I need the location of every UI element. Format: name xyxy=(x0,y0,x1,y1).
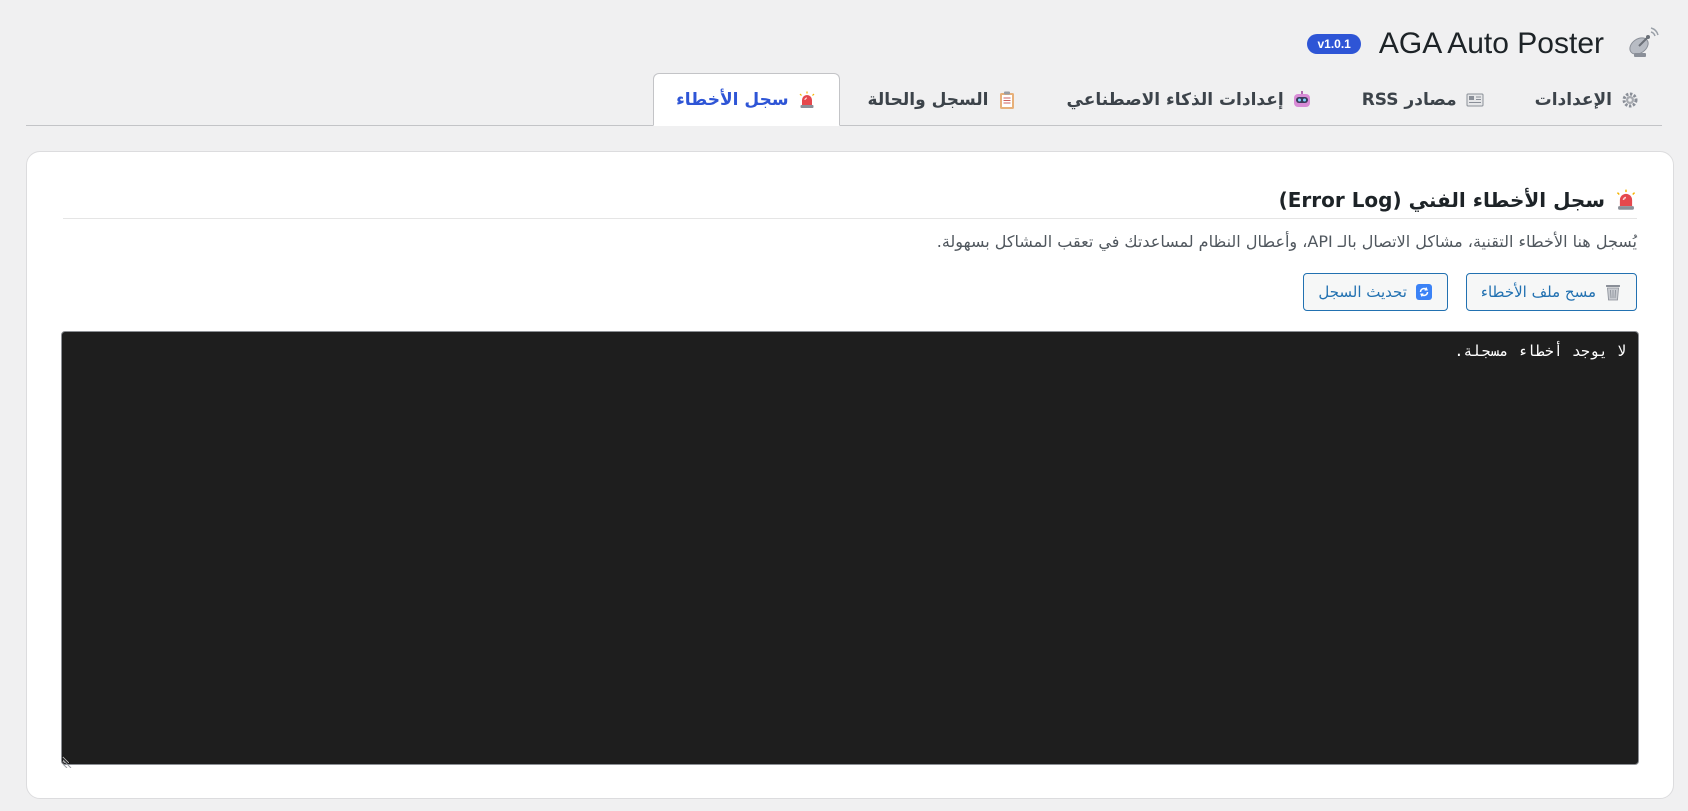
tab-ai-settings-label: إعدادات الذكاء الاصطناعي xyxy=(1066,90,1284,110)
siren-icon xyxy=(797,90,817,110)
tab-log-status[interactable]: السجل والحالة xyxy=(846,75,1039,125)
wastebasket-icon xyxy=(1604,283,1622,301)
page-header: AGA Auto Poster v1.0.1 xyxy=(1307,18,1662,70)
log-wrapper: لا يوجد أخطاء مسجلة. xyxy=(61,331,1639,769)
tab-rss-sources[interactable]: مصادر RSS xyxy=(1340,75,1507,125)
newspaper-icon xyxy=(1465,90,1485,110)
refresh-icon xyxy=(1415,283,1433,301)
card-description: يُسجل هنا الأخطاء التقنية، مشاكل الاتصال… xyxy=(936,232,1637,251)
tab-error-log[interactable]: سجل الأخطاء xyxy=(653,73,840,126)
robot-icon xyxy=(1292,90,1312,110)
siren-icon xyxy=(1615,189,1637,211)
error-log-textarea[interactable]: لا يوجد أخطاء مسجلة. xyxy=(61,331,1639,765)
app-title: AGA Auto Poster xyxy=(1378,27,1604,60)
tab-log-status-label: السجل والحالة xyxy=(867,90,989,110)
card-title: سجل الأخطاء الفني (Error Log) xyxy=(63,182,1637,219)
error-log-card: سجل الأخطاء الفني (Error Log) يُسجل هنا … xyxy=(26,151,1674,799)
card-title-text: سجل الأخطاء الفني (Error Log) xyxy=(1278,188,1605,212)
version-badge: v1.0.1 xyxy=(1307,34,1361,54)
refresh-log-button[interactable]: تحديث السجل xyxy=(1303,273,1448,311)
tab-settings[interactable]: الإعدادات xyxy=(1513,75,1662,125)
refresh-log-label: تحديث السجل xyxy=(1318,283,1407,301)
tab-ai-settings[interactable]: إعدادات الذكاء الاصطناعي xyxy=(1045,75,1334,125)
tab-settings-label: الإعدادات xyxy=(1534,90,1612,110)
tab-bar: الإعدادات مصادر RSS إعدادات الذكاء الاصط… xyxy=(26,72,1662,126)
clear-errors-button[interactable]: مسح ملف الأخطاء xyxy=(1465,273,1637,311)
tab-rss-sources-label: مصادر RSS xyxy=(1361,90,1457,110)
clipboard-icon xyxy=(997,90,1017,110)
app-window: AGA Auto Poster v1.0.1 الإعدادات مصادر R… xyxy=(0,0,1688,811)
satellite-dish-icon xyxy=(1622,24,1662,64)
gear-icon xyxy=(1620,90,1640,110)
tab-error-log-label: سجل الأخطاء xyxy=(676,89,789,110)
action-buttons: مسح ملف الأخطاء تحديث السجل xyxy=(1303,273,1637,311)
clear-errors-label: مسح ملف الأخطاء xyxy=(1480,283,1596,301)
